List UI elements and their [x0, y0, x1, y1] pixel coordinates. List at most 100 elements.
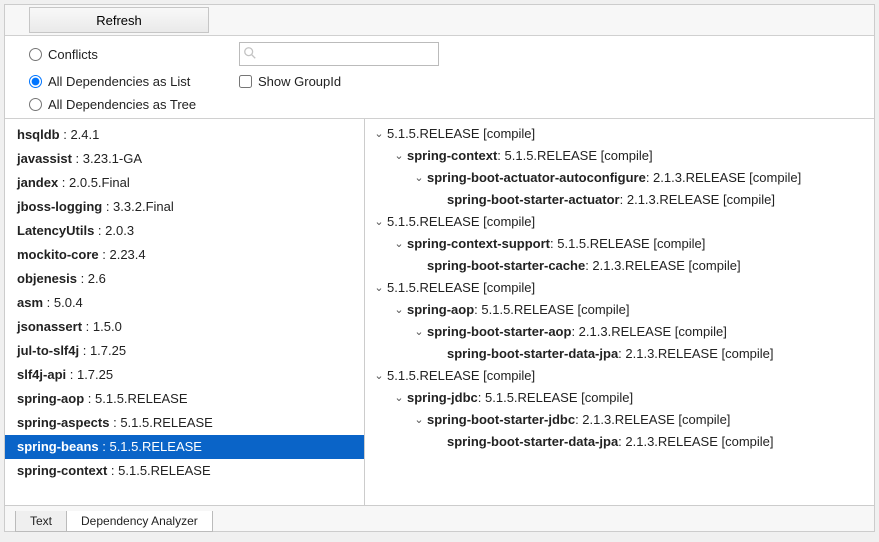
- tree-row[interactable]: ⌄spring-boot-actuator-autoconfigure : 2.…: [365, 167, 874, 189]
- tree-row[interactable]: ⌄spring-boot-starter-aop : 2.1.3.RELEASE…: [365, 321, 874, 343]
- tree-artifact-name: spring-boot-starter-jdbc: [427, 410, 575, 430]
- chevron-down-icon[interactable]: ⌄: [393, 300, 405, 320]
- artifact-version: : 1.5.0: [82, 319, 122, 334]
- artifact-name: hsqldb: [17, 127, 60, 142]
- artifact-version: : 5.1.5.RELEASE: [84, 391, 187, 406]
- conflicts-radio-input[interactable]: [29, 48, 42, 61]
- tree-artifact-detail: : 2.1.3.RELEASE [compile]: [646, 168, 801, 188]
- chevron-down-icon[interactable]: ⌄: [393, 234, 405, 254]
- chevron-down-icon[interactable]: ⌄: [373, 212, 385, 232]
- search-icon: [243, 46, 257, 60]
- artifact-version: : 1.7.25: [66, 367, 113, 382]
- bottom-tabs: Text Dependency Analyzer: [5, 505, 874, 531]
- dependency-tree[interactable]: ⌄5.1.5.RELEASE [compile]⌄spring-context …: [365, 119, 874, 505]
- show-groupid-checkbox-input[interactable]: [239, 75, 252, 88]
- search-input[interactable]: [239, 42, 439, 66]
- list-item[interactable]: mockito-core : 2.23.4: [5, 243, 364, 267]
- show-groupid-label: Show GroupId: [258, 74, 341, 89]
- tree-artifact-name: spring-boot-starter-data-jpa: [447, 432, 618, 452]
- list-item[interactable]: javassist : 3.23.1-GA: [5, 147, 364, 171]
- tree-row[interactable]: ⌄5.1.5.RELEASE [compile]: [365, 211, 874, 233]
- tree-row[interactable]: spring-boot-starter-cache : 2.1.3.RELEAS…: [365, 255, 874, 277]
- list-item[interactable]: objenesis : 2.6: [5, 267, 364, 291]
- tree-row[interactable]: ⌄spring-context : 5.1.5.RELEASE [compile…: [365, 145, 874, 167]
- tree-artifact-name: spring-context: [407, 146, 497, 166]
- tree-artifact-detail: : 5.1.5.RELEASE [compile]: [474, 300, 629, 320]
- chevron-down-icon[interactable]: ⌄: [373, 278, 385, 298]
- show-groupid-checkbox[interactable]: Show GroupId: [239, 74, 862, 89]
- tree-artifact-detail: 5.1.5.RELEASE [compile]: [387, 366, 535, 386]
- refresh-button[interactable]: Refresh: [29, 7, 209, 33]
- tree-artifact-detail: : 5.1.5.RELEASE [compile]: [497, 146, 652, 166]
- search-wrap: [239, 42, 439, 66]
- artifact-name: jsonassert: [17, 319, 82, 334]
- list-item[interactable]: hsqldb : 2.4.1: [5, 123, 364, 147]
- artifact-version: : 2.4.1: [60, 127, 100, 142]
- list-item[interactable]: spring-beans : 5.1.5.RELEASE: [5, 435, 364, 459]
- tree-artifact-detail: : 5.1.5.RELEASE [compile]: [478, 388, 633, 408]
- tree-row[interactable]: spring-boot-starter-actuator : 2.1.3.REL…: [365, 189, 874, 211]
- artifact-name: slf4j-api: [17, 367, 66, 382]
- tree-artifact-detail: : 2.1.3.RELEASE [compile]: [585, 256, 740, 276]
- tree-artifact-detail: 5.1.5.RELEASE [compile]: [387, 212, 535, 232]
- dependency-analyzer-panel: Refresh Conflicts All Dependencies as Li…: [4, 4, 875, 532]
- tree-artifact-name: spring-boot-starter-cache: [427, 256, 585, 276]
- chevron-down-icon[interactable]: ⌄: [393, 146, 405, 166]
- list-item[interactable]: LatencyUtils : 2.0.3: [5, 219, 364, 243]
- all-tree-radio[interactable]: All Dependencies as Tree: [29, 97, 239, 112]
- all-list-radio[interactable]: All Dependencies as List: [29, 74, 239, 89]
- tree-artifact-name: spring-boot-starter-actuator: [447, 190, 620, 210]
- chevron-down-icon[interactable]: ⌄: [413, 410, 425, 430]
- artifact-name: spring-context: [17, 463, 107, 478]
- artifact-name: jboss-logging: [17, 199, 102, 214]
- list-item[interactable]: slf4j-api : 1.7.25: [5, 363, 364, 387]
- tree-row[interactable]: ⌄5.1.5.RELEASE [compile]: [365, 277, 874, 299]
- tree-row[interactable]: ⌄5.1.5.RELEASE [compile]: [365, 365, 874, 387]
- conflicts-radio-label: Conflicts: [48, 47, 98, 62]
- artifact-version: : 1.7.25: [79, 343, 126, 358]
- tree-row[interactable]: ⌄spring-jdbc : 5.1.5.RELEASE [compile]: [365, 387, 874, 409]
- artifact-version: : 2.0.5.Final: [58, 175, 130, 190]
- artifact-version: : 5.1.5.RELEASE: [107, 463, 210, 478]
- tree-row[interactable]: ⌄spring-context-support : 5.1.5.RELEASE …: [365, 233, 874, 255]
- all-tree-radio-label: All Dependencies as Tree: [48, 97, 196, 112]
- tree-row[interactable]: spring-boot-starter-data-jpa : 2.1.3.REL…: [365, 343, 874, 365]
- tab-dependency-analyzer[interactable]: Dependency Analyzer: [66, 511, 213, 532]
- tree-row[interactable]: ⌄spring-aop : 5.1.5.RELEASE [compile]: [365, 299, 874, 321]
- tree-artifact-name: spring-aop: [407, 300, 474, 320]
- chevron-down-icon[interactable]: ⌄: [373, 366, 385, 386]
- chevron-down-icon[interactable]: ⌄: [393, 388, 405, 408]
- tab-text[interactable]: Text: [15, 511, 67, 532]
- artifact-version: : 5.1.5.RELEASE: [99, 439, 202, 454]
- artifact-name: spring-aspects: [17, 415, 109, 430]
- conflicts-radio[interactable]: Conflicts: [29, 47, 239, 62]
- artifact-version: : 3.3.2.Final: [102, 199, 174, 214]
- list-item[interactable]: jboss-logging : 3.3.2.Final: [5, 195, 364, 219]
- chevron-down-icon[interactable]: ⌄: [413, 322, 425, 342]
- list-item[interactable]: spring-context : 5.1.5.RELEASE: [5, 459, 364, 483]
- tree-artifact-detail: : 2.1.3.RELEASE [compile]: [618, 344, 773, 364]
- tree-artifact-name: spring-jdbc: [407, 388, 478, 408]
- artifact-name: spring-beans: [17, 439, 99, 454]
- list-item[interactable]: asm : 5.0.4: [5, 291, 364, 315]
- artifact-name: jandex: [17, 175, 58, 190]
- all-list-radio-label: All Dependencies as List: [48, 74, 190, 89]
- tree-artifact-detail: : 2.1.3.RELEASE [compile]: [618, 432, 773, 452]
- artifact-name: mockito-core: [17, 247, 99, 262]
- list-item[interactable]: jsonassert : 1.5.0: [5, 315, 364, 339]
- chevron-down-icon[interactable]: ⌄: [373, 124, 385, 144]
- list-item[interactable]: jandex : 2.0.5.Final: [5, 171, 364, 195]
- list-item[interactable]: jul-to-slf4j : 1.7.25: [5, 339, 364, 363]
- tree-artifact-detail: : 2.1.3.RELEASE [compile]: [575, 410, 730, 430]
- list-item[interactable]: spring-aop : 5.1.5.RELEASE: [5, 387, 364, 411]
- chevron-down-icon[interactable]: ⌄: [413, 168, 425, 188]
- artifact-version: : 2.6: [77, 271, 106, 286]
- tree-row[interactable]: spring-boot-starter-data-jpa : 2.1.3.REL…: [365, 431, 874, 453]
- dependency-list[interactable]: hsqldb : 2.4.1javassist : 3.23.1-GAjande…: [5, 119, 365, 505]
- tree-row[interactable]: ⌄spring-boot-starter-jdbc : 2.1.3.RELEAS…: [365, 409, 874, 431]
- list-item[interactable]: spring-aspects : 5.1.5.RELEASE: [5, 411, 364, 435]
- tree-artifact-name: spring-boot-starter-data-jpa: [447, 344, 618, 364]
- all-tree-radio-input[interactable]: [29, 98, 42, 111]
- tree-row[interactable]: ⌄5.1.5.RELEASE [compile]: [365, 123, 874, 145]
- all-list-radio-input[interactable]: [29, 75, 42, 88]
